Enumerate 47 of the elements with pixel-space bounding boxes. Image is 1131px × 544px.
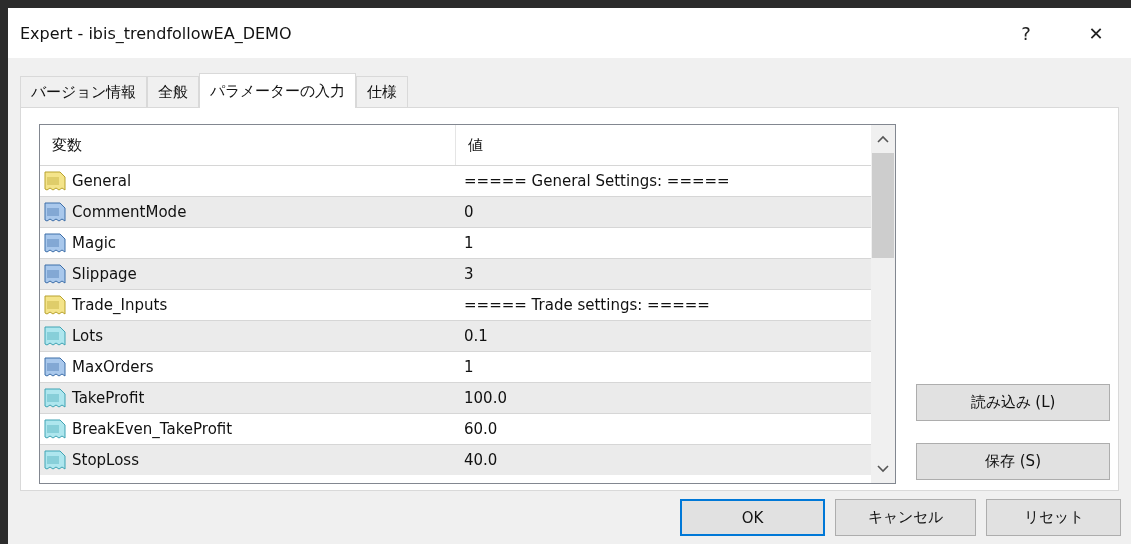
table-cell-text: 1 (463, 234, 475, 252)
scroll-thumb[interactable] (872, 153, 894, 258)
text-type-icon (44, 294, 66, 316)
decimal-type-icon (44, 418, 66, 440)
parameter-name: MaxOrders (72, 358, 154, 376)
parameter-name: CommentMode (72, 203, 187, 221)
scroll-up-icon[interactable] (877, 135, 889, 143)
decimal-type-icon (44, 325, 66, 347)
table-cell-text: 60.0 (463, 420, 499, 438)
parameter-name: General (72, 172, 132, 190)
window-title: Expert - ibis_trendfollowEA_DEMO (20, 23, 293, 43)
table-cell-text: 3 (463, 265, 475, 283)
table-cell-text: ===== Trade settings: ===== (463, 296, 711, 314)
tab[interactable]: 全般 (147, 76, 199, 107)
close-button[interactable]: ✕ (1061, 8, 1131, 58)
table-cell-text: ===== General Settings: ===== (463, 172, 731, 190)
scroll-down-icon[interactable] (877, 465, 889, 473)
parameter-name: BreakEven_TakeProfit (72, 420, 233, 438)
table-cell-text: 0.1 (463, 327, 489, 345)
integer-type-icon (44, 356, 66, 378)
help-button[interactable]: ? (991, 8, 1061, 58)
decimal-type-icon (44, 449, 66, 471)
load-button[interactable]: 読み込み (L) (916, 384, 1110, 421)
parameter-name: Trade_Inputs (72, 296, 168, 314)
parameter-name: StopLoss (72, 451, 139, 469)
integer-type-icon (44, 263, 66, 285)
table-cell-text: 0 (463, 203, 475, 221)
ok-button[interactable]: OK (680, 499, 825, 536)
parameter-name: Slippage (72, 265, 137, 283)
cancel-button[interactable]: キャンセル (835, 499, 976, 536)
reset-button[interactable]: リセット (986, 499, 1121, 536)
decimal-type-icon (44, 387, 66, 409)
parameter-name: TakeProfit (72, 389, 145, 407)
tab[interactable]: バージョン情報 (20, 76, 147, 107)
text-type-icon (44, 170, 66, 192)
scrollbar[interactable] (871, 125, 895, 483)
tab[interactable]: 仕様 (356, 76, 408, 107)
tab[interactable]: パラメーターの入力 (199, 73, 356, 108)
column-header[interactable]: 値 (456, 125, 483, 165)
parameter-name: Magic (72, 234, 117, 252)
save-button[interactable]: 保存 (S) (916, 443, 1110, 480)
table-cell-text: 40.0 (463, 451, 499, 469)
table-cell-text: 1 (463, 358, 475, 376)
parameter-name: Lots (72, 327, 103, 345)
integer-type-icon (44, 232, 66, 254)
integer-type-icon (44, 201, 66, 223)
table-cell-text: 100.0 (463, 389, 508, 407)
